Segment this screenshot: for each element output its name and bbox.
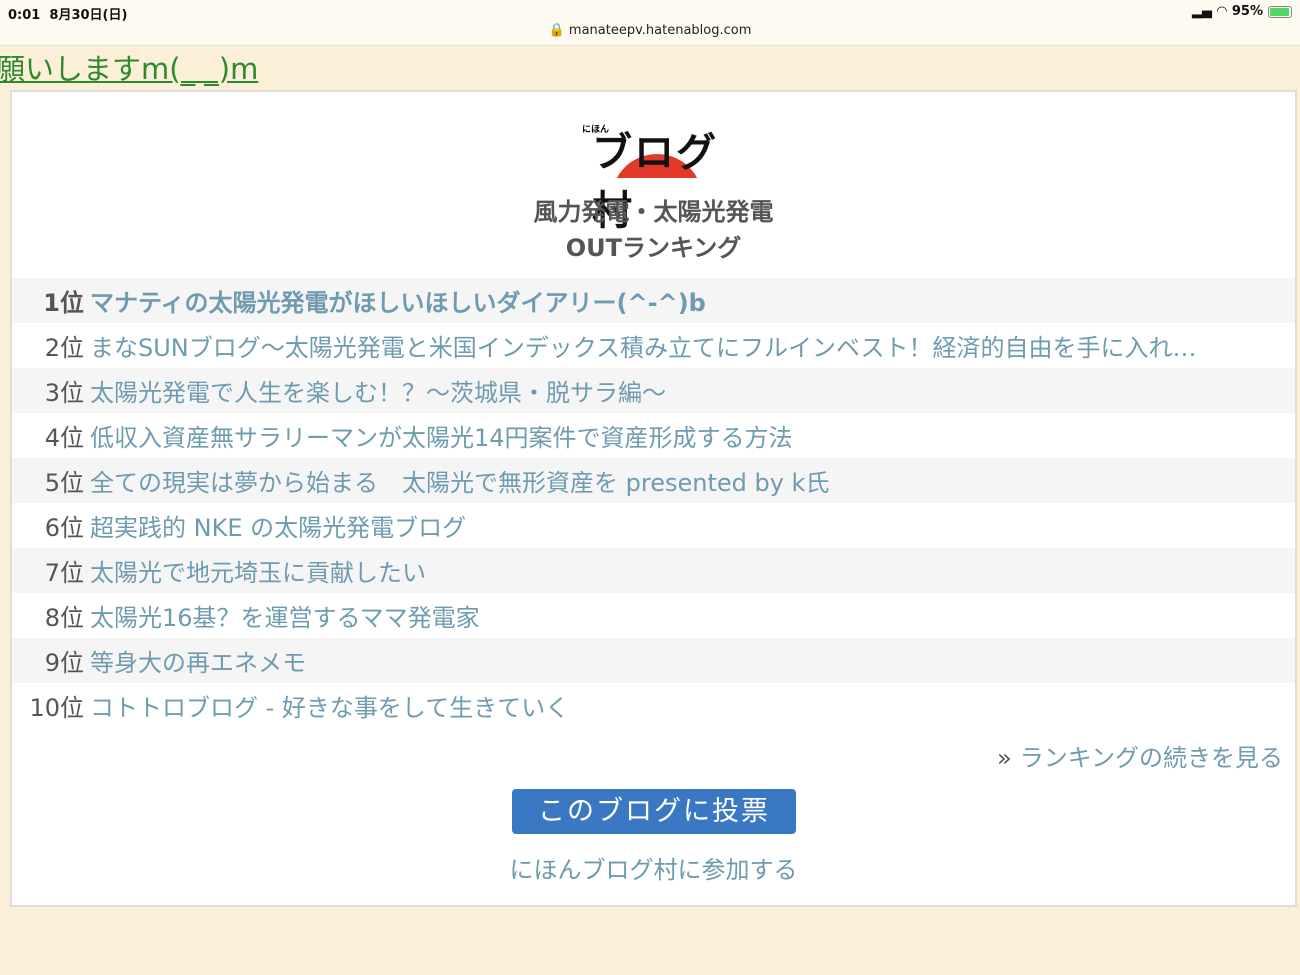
ranking-row[interactable]: 1位 マナティの太陽光発電がほしいほしいダイアリー(^-^)b bbox=[12, 278, 1295, 323]
ranking-row[interactable]: 8位 太陽光16基？を運営するママ発電家 bbox=[12, 593, 1295, 638]
blog-link[interactable]: 低収入資産無サラリーマンが太陽光14円案件で資産形成する方法 bbox=[90, 418, 813, 453]
rank: 3位 bbox=[44, 379, 84, 407]
rank: 5位 bbox=[44, 469, 84, 497]
double-chevron-icon: » bbox=[997, 744, 1012, 772]
ranking-row[interactable]: 2位 まなSUNブログ〜太陽光発電と米国インデックス積み立てにフルインベスト！経済… bbox=[12, 323, 1295, 368]
rank: 10位 bbox=[29, 694, 84, 722]
blog-link[interactable]: 超実践的 NKE の太陽光発電ブログ bbox=[90, 508, 486, 543]
category-title: 風力発電・太陽光発電 OUTランキング bbox=[533, 198, 774, 262]
rank: 1位 bbox=[43, 289, 84, 317]
blog-link[interactable]: コトトロブログ - 好きな事をして生きていく bbox=[90, 688, 589, 723]
ranking-row[interactable]: 3位 太陽光発電で人生を楽しむ！？〜茨城県・脱サラ編〜 bbox=[12, 368, 1295, 413]
ranking-list: 1位 マナティの太陽光発電がほしいほしいダイアリー(^-^)b 2位 まなSUNブロ… bbox=[12, 278, 1295, 728]
ranking-row[interactable]: 6位 超実践的 NKE の太陽光発電ブログ bbox=[12, 503, 1295, 548]
rank: 7位 bbox=[44, 559, 84, 587]
rank: 8位 bbox=[44, 604, 84, 632]
ranking-row[interactable]: 4位 低収入資産無サラリーマンが太陽光14円案件で資産形成する方法 bbox=[12, 413, 1295, 458]
ranking-row[interactable]: 5位 全ての現実は夢から始まる 太陽光で無形資産を presented by k氏 bbox=[12, 458, 1295, 503]
blog-link[interactable]: 太陽光16基？を運営するママ発電家 bbox=[90, 598, 500, 633]
ranking-row[interactable]: 10位 コトトロブログ - 好きな事をして生きていく bbox=[12, 683, 1295, 728]
rank: 9位 bbox=[44, 649, 84, 677]
status-icons: ▂▄ ◠ 95% bbox=[1192, 4, 1292, 19]
battery-percent: 95% bbox=[1231, 4, 1263, 19]
vote-button[interactable]: このブログに投票 bbox=[512, 789, 796, 834]
ranking-widget: にほん ブログ村 風力発電・太陽光発電 OUTランキング 1位 マナティの太陽光発… bbox=[10, 90, 1297, 907]
ranking-row[interactable]: 7位 太陽光で地元埼玉に貢献したい bbox=[12, 548, 1295, 593]
blog-link[interactable]: 太陽光で地元埼玉に貢献したい bbox=[90, 553, 446, 588]
ranking-row[interactable]: 9位 等身大の再エネメモ bbox=[12, 638, 1295, 683]
banner-link[interactable]: 願いしますm(_ _)m bbox=[0, 46, 258, 88]
status-time: 0:01 8月30日(日) bbox=[8, 8, 128, 23]
more-ranking-link[interactable]: » ランキングの続きを見る bbox=[997, 738, 1283, 773]
blog-link[interactable]: マナティの太陽光発電がほしいほしいダイアリー(^-^)b bbox=[90, 283, 726, 318]
signal-icon: ▂▄ bbox=[1191, 4, 1212, 19]
battery-icon bbox=[1268, 5, 1292, 18]
status-bar: 0:01 8月30日(日) 🔒 manateepv.hatenablog.com… bbox=[0, 0, 1300, 46]
blog-link[interactable]: 等身大の再エネメモ bbox=[90, 643, 326, 678]
blogmura-logo[interactable]: にほん ブログ村 bbox=[582, 116, 732, 234]
join-link[interactable]: にほんブログ村に参加する bbox=[12, 850, 1295, 885]
lock-icon: 🔒 bbox=[548, 23, 565, 38]
blog-link[interactable]: 太陽光発電で人生を楽しむ！？〜茨城県・脱サラ編〜 bbox=[90, 373, 686, 408]
blog-link[interactable]: 全ての現実は夢から始まる 太陽光で無形資産を presented by k氏 bbox=[90, 463, 849, 498]
blog-link[interactable]: まなSUNブログ〜太陽光発電と米国インデックス積み立てにフルインベスト！経済的自… bbox=[90, 328, 1217, 363]
address-bar[interactable]: 🔒 manateepv.hatenablog.com bbox=[0, 23, 1300, 38]
wifi-icon: ◠ bbox=[1216, 4, 1227, 19]
rank: 6位 bbox=[44, 514, 84, 542]
rank: 4位 bbox=[44, 424, 84, 452]
rank: 2位 bbox=[44, 334, 84, 362]
